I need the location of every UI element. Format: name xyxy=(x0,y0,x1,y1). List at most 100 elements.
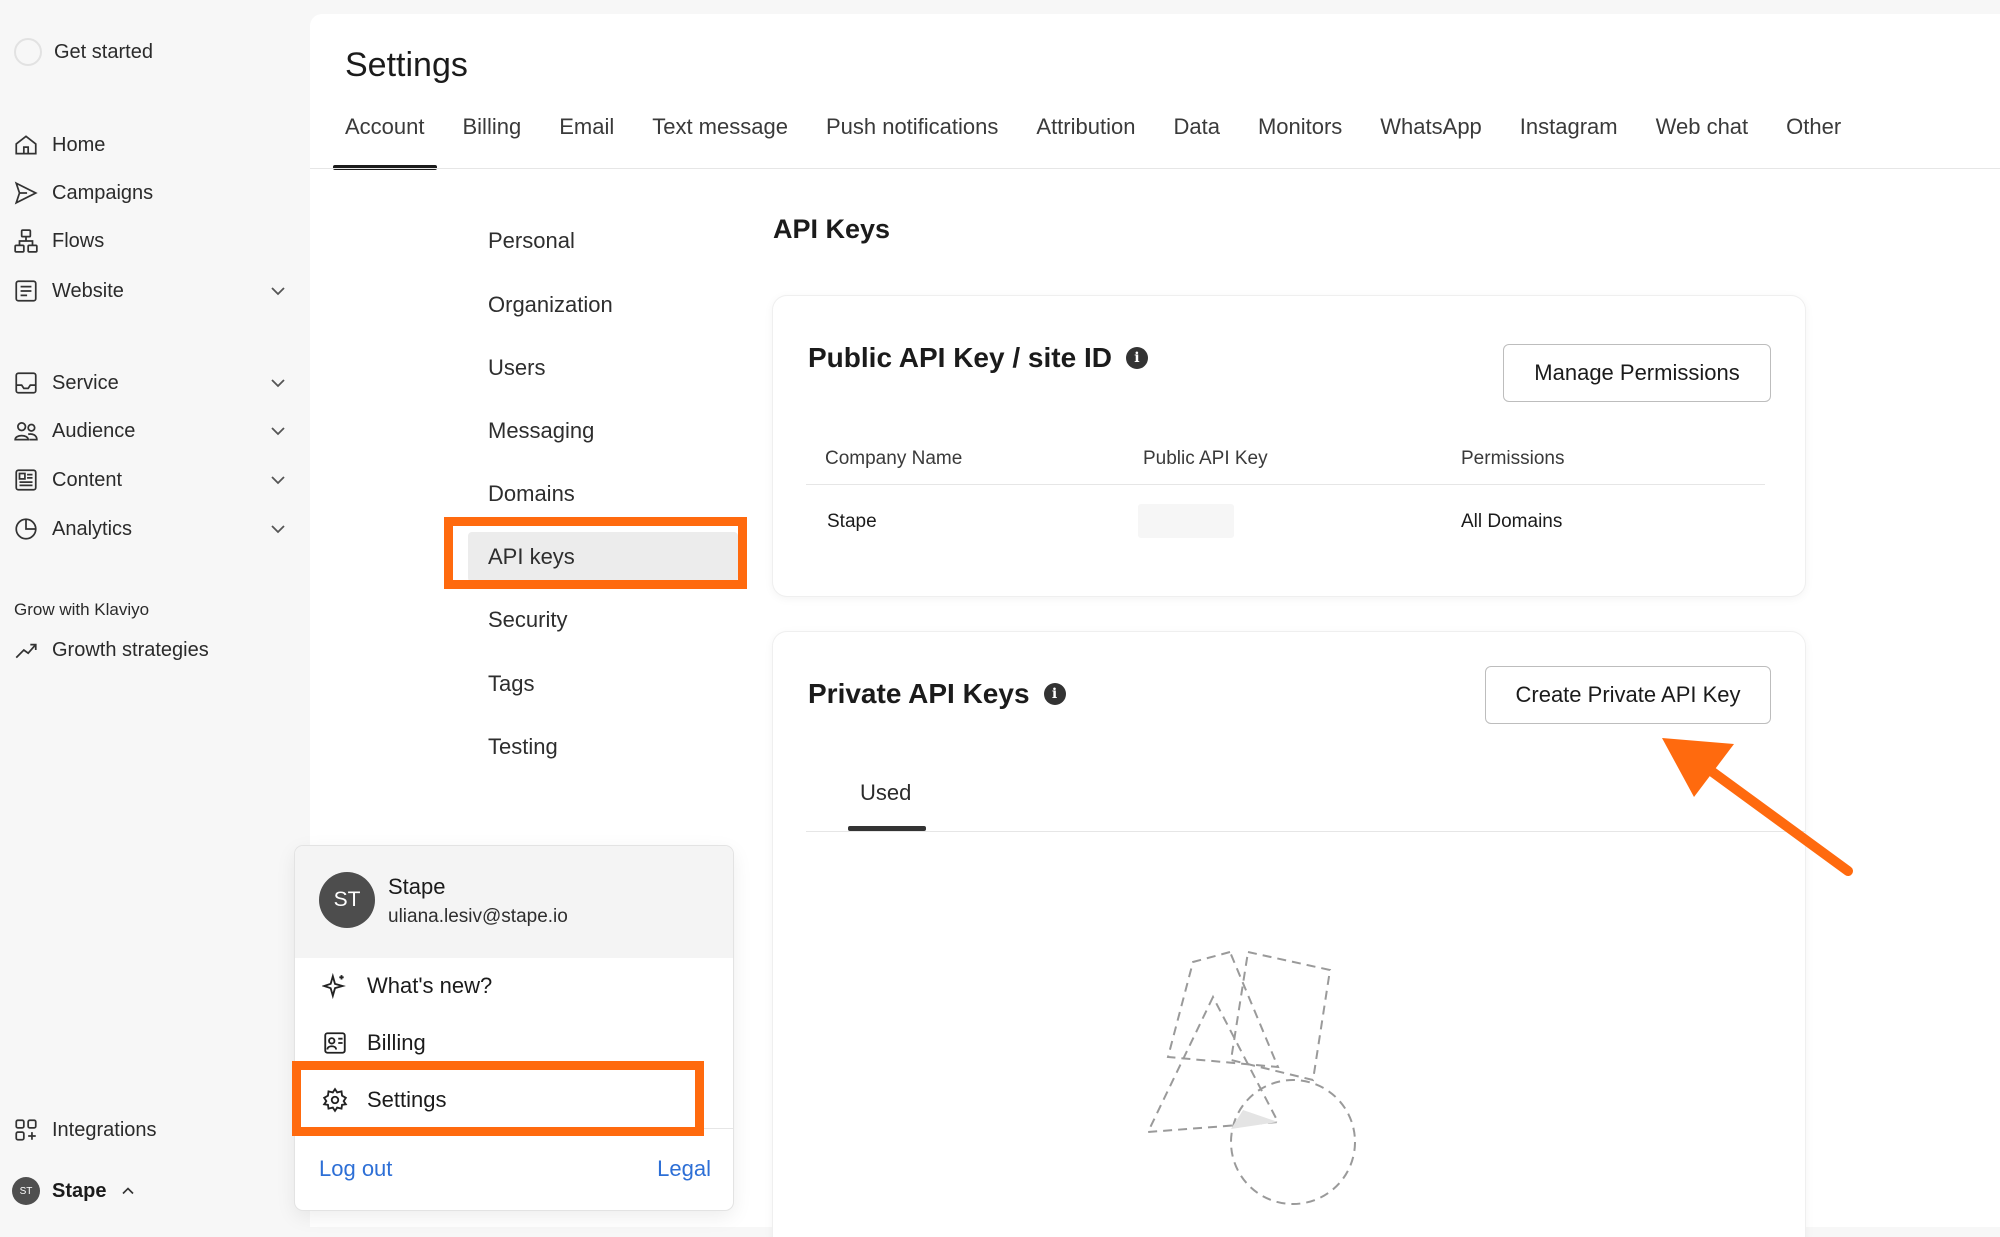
chevron-down-icon[interactable] xyxy=(266,371,290,395)
sidebar-item-label: Audience xyxy=(52,419,136,442)
private-keys-title-text: Private API Keys xyxy=(808,678,1030,709)
tab-push-notifications[interactable]: Push notifications xyxy=(826,114,998,168)
billing-icon xyxy=(321,1029,349,1057)
section-title: API Keys xyxy=(773,214,891,244)
cell-permissions: All Domains xyxy=(1461,511,1563,532)
column-header-company: Company Name xyxy=(825,448,963,469)
tab-other[interactable]: Other xyxy=(1786,114,1841,168)
info-icon[interactable]: i xyxy=(1043,683,1066,705)
grow-section-label: Grow with Klaviyo xyxy=(14,600,150,619)
sidebar-item-label: Analytics xyxy=(52,517,133,540)
legal-link[interactable]: Legal xyxy=(657,1156,711,1182)
public-key-title: Public API Key / site ID i xyxy=(808,342,1148,374)
get-started-link[interactable]: Get started xyxy=(14,38,153,66)
subnav-personal[interactable]: Personal xyxy=(468,216,738,266)
account-switcher[interactable]: ST Stape xyxy=(12,1177,138,1205)
subnav-testing[interactable]: Testing xyxy=(468,722,738,772)
flows-icon xyxy=(12,227,40,255)
account-avatar: ST xyxy=(12,1177,40,1205)
tab-whatsapp[interactable]: WhatsApp xyxy=(1380,114,1482,168)
tab-attribution[interactable]: Attribution xyxy=(1036,114,1135,168)
website-icon xyxy=(12,277,40,305)
sidebar-item-label: Website xyxy=(52,279,124,302)
empty-state-illustration xyxy=(1146,950,1356,1205)
tab-text-message[interactable]: Text message xyxy=(652,114,788,168)
cell-public-key-redacted[interactable] xyxy=(1138,504,1234,538)
subnav-organization[interactable]: Organization xyxy=(468,280,738,330)
subnav-security[interactable]: Security xyxy=(468,595,738,645)
sidebar-item-website[interactable]: Website xyxy=(12,271,290,311)
sidebar-item-label: Growth strategies xyxy=(52,638,209,661)
tab-used[interactable]: Used xyxy=(860,780,911,806)
avatar: ST xyxy=(319,872,375,928)
integrations-icon xyxy=(12,1116,40,1144)
sidebar-item-audience[interactable]: Audience xyxy=(12,411,290,451)
account-menu-popup: ST Stape uliana.lesiv@stape.io What's ne… xyxy=(295,846,733,1210)
chevron-up-icon xyxy=(122,1187,135,1195)
account-name: Stape xyxy=(52,1179,107,1202)
logout-link[interactable]: Log out xyxy=(319,1156,392,1182)
trend-up-icon xyxy=(12,636,40,664)
sparkle-icon xyxy=(321,972,349,1000)
sidebar-item-analytics[interactable]: Analytics xyxy=(12,509,290,549)
chevron-down-icon[interactable] xyxy=(266,419,290,443)
public-key-title-text: Public API Key / site ID xyxy=(808,342,1112,373)
sidebar-item-growth-strategies[interactable]: Growth strategies xyxy=(12,630,290,670)
chevron-down-icon[interactable] xyxy=(266,468,290,492)
sidebar-item-content[interactable]: Content xyxy=(12,460,290,500)
info-icon[interactable]: i xyxy=(1125,347,1148,369)
highlight-settings xyxy=(292,1061,704,1136)
progress-ring-icon xyxy=(14,38,42,66)
content-icon xyxy=(12,466,40,494)
public-api-key-card: Public API Key / site ID i Manage Permis… xyxy=(773,296,1805,596)
sidebar-item-label: Integrations xyxy=(52,1118,157,1141)
sidebar-item-label: Content xyxy=(52,468,123,491)
account-menu-header: ST Stape uliana.lesiv@stape.io xyxy=(295,846,733,958)
private-keys-title: Private API Keys i xyxy=(808,678,1066,710)
subnav-tags[interactable]: Tags xyxy=(468,659,738,709)
private-api-keys-card: Private API Keys i Create Private API Ke… xyxy=(773,632,1805,1237)
subnav-domains[interactable]: Domains xyxy=(468,469,738,519)
tabs-divider xyxy=(310,168,2000,169)
annotation-arrow-icon xyxy=(1662,738,1853,876)
chevron-down-icon[interactable] xyxy=(266,517,290,541)
sidebar-item-service[interactable]: Service xyxy=(12,363,290,403)
tab-instagram[interactable]: Instagram xyxy=(1520,114,1618,168)
sidebar-item-label: Campaigns xyxy=(52,181,154,204)
create-private-api-key-button[interactable]: Create Private API Key xyxy=(1485,666,1771,724)
page-title: Settings xyxy=(345,46,468,84)
cell-company-name: Stape xyxy=(827,511,877,532)
highlight-api-keys xyxy=(444,517,747,589)
menu-item-whats-new[interactable]: What's new? xyxy=(321,966,492,1006)
sidebar-item-label: Service xyxy=(52,371,119,394)
home-icon xyxy=(12,131,40,159)
menu-item-billing[interactable]: Billing xyxy=(321,1023,426,1063)
inbox-icon xyxy=(12,369,40,397)
tab-web-chat[interactable]: Web chat xyxy=(1656,114,1749,168)
tab-account[interactable]: Account xyxy=(333,114,436,170)
tab-email[interactable]: Email xyxy=(559,114,614,168)
people-icon xyxy=(12,417,40,445)
left-sidebar: Get started Home Campaigns Flows Website… xyxy=(0,0,308,1237)
tab-data[interactable]: Data xyxy=(1173,114,1219,168)
subnav-users[interactable]: Users xyxy=(468,343,738,393)
sidebar-item-label: Home xyxy=(52,133,106,156)
pie-chart-icon xyxy=(12,515,40,543)
tab-monitors[interactable]: Monitors xyxy=(1258,114,1342,168)
column-header-public-key: Public API Key xyxy=(1143,448,1268,469)
manage-permissions-button[interactable]: Manage Permissions xyxy=(1503,344,1771,402)
account-menu-name: Stape xyxy=(388,874,446,899)
settings-tabs: Account Billing Email Text message Push … xyxy=(333,114,1879,170)
chevron-down-icon[interactable] xyxy=(266,279,290,303)
sidebar-item-flows[interactable]: Flows xyxy=(12,221,290,261)
menu-item-label: Billing xyxy=(367,1030,426,1055)
sidebar-item-label: Flows xyxy=(52,229,105,252)
column-header-permissions: Permissions xyxy=(1461,448,1565,469)
menu-item-label: What's new? xyxy=(367,973,493,998)
tab-billing[interactable]: Billing xyxy=(463,114,522,168)
sidebar-item-home[interactable]: Home xyxy=(12,125,290,165)
sidebar-item-integrations[interactable]: Integrations xyxy=(12,1110,290,1150)
subnav-messaging[interactable]: Messaging xyxy=(468,406,738,456)
sidebar-item-campaigns[interactable]: Campaigns xyxy=(12,173,290,213)
send-icon xyxy=(12,179,40,207)
